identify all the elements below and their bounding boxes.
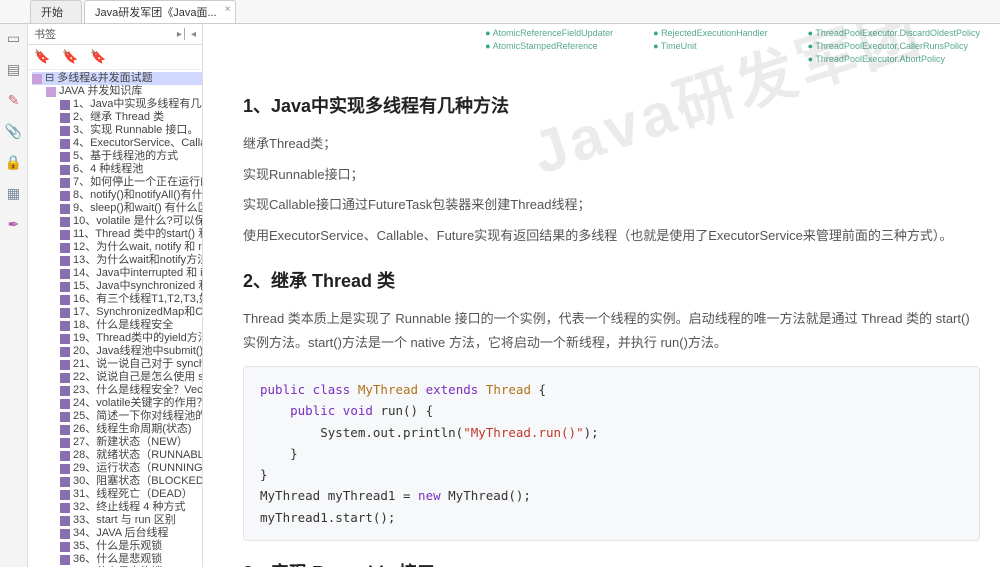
bookmark-icon bbox=[60, 386, 70, 396]
bookmark-icon bbox=[60, 100, 70, 110]
bookmark-icon bbox=[60, 334, 70, 344]
bookmark-icon bbox=[60, 269, 70, 279]
bookmark-icon bbox=[60, 347, 70, 357]
meta-link[interactable]: AtomicReferenceFieldUpdater bbox=[485, 28, 613, 38]
bookmark-icon bbox=[60, 373, 70, 383]
bookmark-icon bbox=[60, 503, 70, 513]
meta-link[interactable]: ThreadPoolExecutor.AbortPolicy bbox=[808, 54, 980, 64]
bookmark-icon bbox=[60, 412, 70, 422]
bookmark-icon bbox=[60, 477, 70, 487]
bookmark-icon bbox=[60, 204, 70, 214]
bookmark-icon bbox=[60, 282, 70, 292]
sign-icon[interactable]: ✒ bbox=[8, 216, 20, 233]
bookmark-expand-icon[interactable]: 🔖 bbox=[62, 49, 78, 65]
bookmark-add-icon[interactable]: 🔖 bbox=[34, 49, 50, 65]
lock-icon[interactable]: 🔒 bbox=[5, 154, 22, 171]
heading-1: 1、Java中实现多线程有几种方法 bbox=[243, 92, 980, 118]
bookmark-icon bbox=[60, 490, 70, 500]
para: Thread 类本质上是实现了 Runnable 接口的一个实例，代表一个线程的… bbox=[243, 307, 980, 356]
bookmark-icon bbox=[60, 217, 70, 227]
bookmark-icon bbox=[60, 256, 70, 266]
meta-link[interactable]: TimeUnit bbox=[653, 41, 768, 51]
bookmark-icon bbox=[60, 425, 70, 435]
bookmark-icon bbox=[60, 308, 70, 318]
clip-icon[interactable]: 📎 bbox=[5, 123, 22, 140]
bookmark-icon bbox=[60, 516, 70, 526]
meta-link[interactable]: AtomicStampedReference bbox=[485, 41, 613, 51]
bookmark-icon bbox=[60, 399, 70, 409]
edit-icon[interactable]: ✎ bbox=[8, 92, 20, 109]
bookmarks-panel: 书签 ▸│ ◂ 🔖 🔖 🔖 ⊟ 多线程&并发面试题JAVA 并发知识库1、Jav… bbox=[28, 24, 203, 567]
bookmarks-toolbar: 🔖 🔖 🔖 bbox=[28, 45, 202, 70]
bookmark-icon bbox=[60, 178, 70, 188]
bookmark-icon bbox=[60, 555, 70, 565]
bookmark-icon bbox=[60, 360, 70, 370]
meta-link[interactable]: ThreadPoolExecutor.CallerRunsPolicy bbox=[808, 41, 980, 51]
bookmark-icon bbox=[60, 321, 70, 331]
para: 实现Runnable接口； bbox=[243, 163, 980, 188]
heading-2: 2、继承 Thread 类 bbox=[243, 267, 980, 293]
bookmark-icon bbox=[60, 529, 70, 539]
bookmark-icon bbox=[46, 87, 56, 97]
bookmark-icon bbox=[60, 113, 70, 123]
tab-start[interactable]: 开始 bbox=[30, 0, 82, 23]
para: 继承Thread类； bbox=[243, 132, 980, 157]
document-view[interactable]: Java研发军团 AtomicReferenceFieldUpdaterAtom… bbox=[203, 24, 1000, 567]
bookmark-icon bbox=[60, 464, 70, 474]
bookmarks-tree: ⊟ 多线程&并发面试题JAVA 并发知识库1、Java中实现多线程有几种方法2、… bbox=[28, 70, 202, 567]
doc-icon[interactable]: ▤ bbox=[7, 61, 20, 78]
bookmark-icon bbox=[60, 230, 70, 240]
bookmark-icon bbox=[60, 295, 70, 305]
bookmark-icon bbox=[60, 243, 70, 253]
para: 使用ExecutorService、Callable、Future实现有返回结果… bbox=[243, 224, 980, 249]
top-meta: AtomicReferenceFieldUpdater AtomicStamped… bbox=[243, 24, 980, 74]
panel-collapse-icon[interactable]: ▸│ ◂ bbox=[177, 29, 196, 40]
bookmark-icon bbox=[60, 542, 70, 552]
bookmark-icon bbox=[32, 74, 42, 84]
bookmark-icon bbox=[60, 165, 70, 175]
close-icon[interactable]: × bbox=[225, 4, 231, 15]
para: 实现Callable接口通过FutureTask包装器来创建Thread线程； bbox=[243, 193, 980, 218]
bookmark-icon bbox=[60, 152, 70, 162]
grid-icon[interactable]: ▦ bbox=[7, 185, 20, 202]
tab-document[interactable]: Java研发军团《Java面...× bbox=[84, 0, 236, 23]
meta-link[interactable]: ThreadPoolExecutor.DiscardOldestPolicy bbox=[808, 28, 980, 38]
meta-link[interactable]: RejectedExecutionHandler bbox=[653, 28, 768, 38]
left-icon-bar: ▭ ▤ ✎ 📎 🔒 ▦ ✒ bbox=[0, 24, 28, 567]
bookmark-opts-icon[interactable]: 🔖 bbox=[90, 49, 106, 65]
bookmark-icon bbox=[60, 438, 70, 448]
bookmark-icon bbox=[60, 139, 70, 149]
bookmark-icon bbox=[60, 191, 70, 201]
tab-strip: 开始 Java研发军团《Java面...× bbox=[0, 0, 1000, 24]
bookmark-icon bbox=[60, 451, 70, 461]
bookmark-icon bbox=[60, 126, 70, 136]
heading-3: 3、实现 Runnable 接口。 bbox=[243, 559, 980, 567]
code-block: public class MyThread extends Thread { p… bbox=[243, 366, 980, 541]
panel-title: 书签 bbox=[34, 26, 56, 42]
page-icon[interactable]: ▭ bbox=[7, 30, 20, 47]
